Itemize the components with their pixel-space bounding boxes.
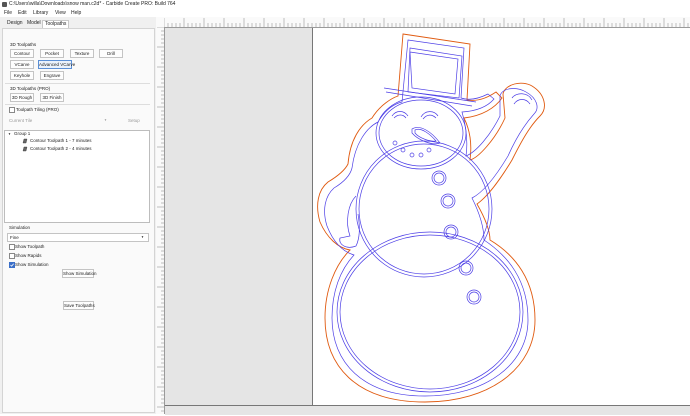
keyhole-button[interactable]: Keyhole bbox=[10, 71, 34, 80]
toolpath-icon bbox=[22, 138, 28, 144]
pocket-button[interactable]: Pocket bbox=[40, 49, 64, 58]
3d-finish-button[interactable]: 3D Finish bbox=[40, 93, 64, 102]
title-bar: C:\Users\willa\Downloads\snow man.c2d* -… bbox=[0, 0, 690, 9]
menu-file[interactable]: File bbox=[4, 10, 12, 16]
ruler-ticks bbox=[163, 18, 689, 27]
simulation-header: Simulation bbox=[9, 225, 31, 230]
toolpath-tiling-label: Toolpath Tiling (PRO) bbox=[16, 107, 59, 112]
current-tile-chevron-down-icon: ▼ bbox=[104, 118, 107, 122]
menu-help[interactable]: Help bbox=[71, 10, 81, 16]
toolpaths-3d-header: 3D Toolpaths bbox=[10, 42, 37, 47]
toolpaths-pro-header: 3D Toolpaths (PRO) bbox=[10, 86, 51, 91]
tiling-setup-button[interactable]: Setup bbox=[128, 118, 140, 123]
show-simulation-label: Show Simulation bbox=[15, 262, 49, 267]
toolpath-tiling-checkbox[interactable] bbox=[9, 107, 15, 113]
inner-contour-toolpath bbox=[324, 39, 538, 397]
design-canvas[interactable] bbox=[165, 28, 690, 414]
show-simulation-button[interactable]: Show Simulation bbox=[62, 269, 97, 278]
menu-view[interactable]: View bbox=[55, 10, 66, 16]
menu-library[interactable]: Library bbox=[33, 10, 48, 16]
show-rapids-label: Show Rapids bbox=[15, 253, 42, 258]
window-title: C:\Users\willa\Downloads\snow man.c2d* -… bbox=[9, 1, 176, 7]
texture-button[interactable]: Texture bbox=[70, 49, 94, 58]
app-icon bbox=[2, 2, 7, 7]
show-toolpath-label: Show Toolpath bbox=[15, 244, 45, 249]
chevron-down-icon: ▼ bbox=[141, 235, 144, 239]
ruler-vertical[interactable] bbox=[156, 26, 165, 414]
3d-rough-button[interactable]: 3D Rough bbox=[10, 93, 34, 102]
ruler-corner bbox=[156, 17, 164, 27]
vcarve-button[interactable]: VCarve bbox=[10, 60, 34, 69]
simulation-quality-value: Fine bbox=[10, 235, 19, 240]
check-icon bbox=[10, 263, 14, 267]
ruler-horizontal[interactable] bbox=[163, 17, 690, 28]
tab-toolpaths[interactable]: Toolpaths bbox=[42, 20, 70, 28]
save-toolpaths-button[interactable]: Save Toolpaths bbox=[63, 301, 95, 310]
engrave-button[interactable]: Engrave bbox=[40, 71, 64, 80]
current-tile-label: Current Tile bbox=[9, 118, 33, 123]
toolpath-icon bbox=[22, 146, 28, 152]
tab-model[interactable]: Model bbox=[25, 20, 43, 27]
advanced-vcarve-button[interactable]: Advanced VCarve bbox=[38, 60, 75, 69]
divider bbox=[5, 104, 150, 105]
toolpath-group[interactable]: Group 1 bbox=[14, 131, 30, 136]
drill-button[interactable]: Drill bbox=[99, 49, 123, 58]
group-expand-chevron-down-icon[interactable]: ▼ bbox=[8, 132, 11, 136]
ruler-ticks bbox=[157, 26, 164, 412]
menu-edit[interactable]: Edit bbox=[18, 10, 27, 16]
toolpath-item[interactable]: Contour Toolpath 1 - 7 minutes bbox=[30, 138, 91, 143]
simulation-quality-select[interactable] bbox=[7, 233, 149, 242]
contour-button[interactable]: Contour bbox=[10, 49, 34, 58]
menu-bar: File Edit Library View Help bbox=[0, 9, 690, 17]
divider bbox=[5, 83, 150, 84]
toolpath-item[interactable]: Contour Toolpath 2 - 4 minutes bbox=[30, 146, 91, 151]
toolpaths-panel: Design Model Toolpaths 3D Toolpaths Cont… bbox=[0, 17, 157, 414]
tab-design[interactable]: Design bbox=[5, 20, 25, 27]
